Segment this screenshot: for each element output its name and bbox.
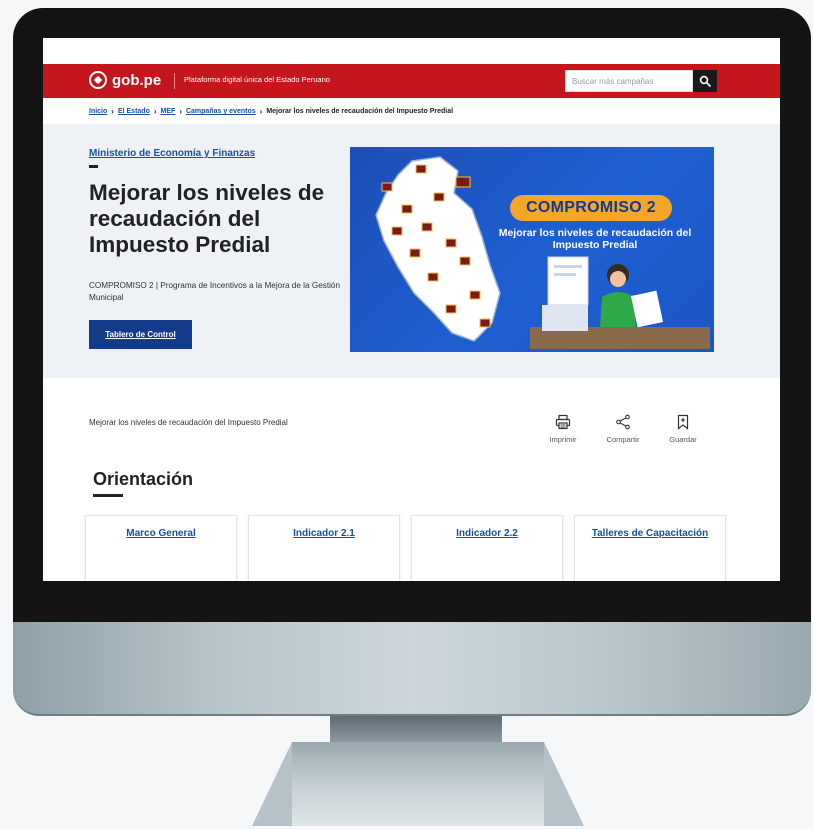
breadcrumb-link-el-estado[interactable]: El Estado [118,108,150,115]
chevron-right-icon: › [153,107,157,116]
page-title: Mejorar los niveles de recaudación del I… [89,180,325,257]
card-indicador-2-1[interactable]: Indicador 2.1 [248,515,400,581]
woman-at-desk-illustration [530,256,710,349]
card-title[interactable]: Talleres de Capacitación [592,528,709,581]
share-label: Compartir [606,435,640,444]
search-button[interactable] [693,70,717,92]
stand-right-edge [544,742,584,826]
header-divider [174,73,175,89]
chevron-right-icon: › [111,107,114,116]
bookmark-icon [677,414,689,430]
monitor-neck [330,716,502,742]
shield-emblem-icon [89,71,107,89]
breadcrumb: Inicio › El Estado › MEF › Campañas y ev… [89,107,453,116]
search-box [565,70,693,92]
card-title[interactable]: Marco General [126,528,195,581]
banner-headline: Mejorar los niveles de recaudación del I… [498,227,692,251]
print-action[interactable]: Imprimir [533,414,593,444]
page-actions: Imprimir Compartir Guardar [533,414,713,444]
chevron-right-icon: › [259,107,263,116]
printer-icon [555,414,571,430]
search-input[interactable] [566,71,692,92]
print-label: Imprimir [549,435,577,444]
card-indicador-2-2[interactable]: Indicador 2.2 [411,515,563,581]
monitor-chin [13,622,811,716]
card-title[interactable]: Indicador 2.1 [293,528,355,581]
header-tagline: Plataforma digital única del Estado Peru… [184,75,330,84]
section-title: Orientación [93,469,194,489]
browser-screen: gob.pe Plataforma digital única del Esta… [43,38,780,581]
breadcrumb-link-mef[interactable]: MEF [161,108,176,115]
card-marco-general[interactable]: Marco General [85,515,237,581]
breadcrumb-current: Mejorar los niveles de recaudación del I… [266,108,454,115]
section-title-underline [93,494,123,497]
save-action[interactable]: Guardar [653,414,713,444]
share-action[interactable]: Compartir [593,414,653,444]
tablero-de-control-button[interactable]: Tablero de Control [89,320,192,349]
orientation-cards: Marco General Indicador 2.1 Indicador 2.… [85,515,726,581]
ministry-underline-mark [89,165,98,168]
hero-section: Ministerio de Economía y Finanzas Mejora… [43,124,780,378]
screen-top-gap [43,38,780,64]
gobpe-logo[interactable]: gob.pe [89,71,161,89]
compromiso-badge: COMPROMISO 2 [510,195,672,221]
hero-subtitle: COMPROMISO 2 | Programa de Incentivos a … [89,281,341,302]
stand-left-edge [252,742,292,826]
content-subtitle: Mejorar los niveles de recaudación del I… [89,418,288,427]
campaign-banner: COMPROMISO 2 Mejorar los niveles de reca… [350,147,714,352]
share-icon [616,414,630,430]
site-header: gob.pe Plataforma digital única del Esta… [43,64,780,98]
save-label: Guardar [669,435,697,444]
breadcrumb-link-campanas[interactable]: Campañas y eventos [186,108,256,115]
search-icon [699,75,711,87]
chevron-right-icon: › [179,107,182,116]
breadcrumb-link-inicio[interactable]: Inicio [89,108,107,115]
logo-text: gob.pe [112,71,162,89]
monitor-stand [292,742,544,826]
card-title[interactable]: Indicador 2.2 [456,528,518,581]
card-talleres-capacitacion[interactable]: Talleres de Capacitación [574,515,726,581]
ministry-link[interactable]: Ministerio de Economía y Finanzas [89,148,255,159]
